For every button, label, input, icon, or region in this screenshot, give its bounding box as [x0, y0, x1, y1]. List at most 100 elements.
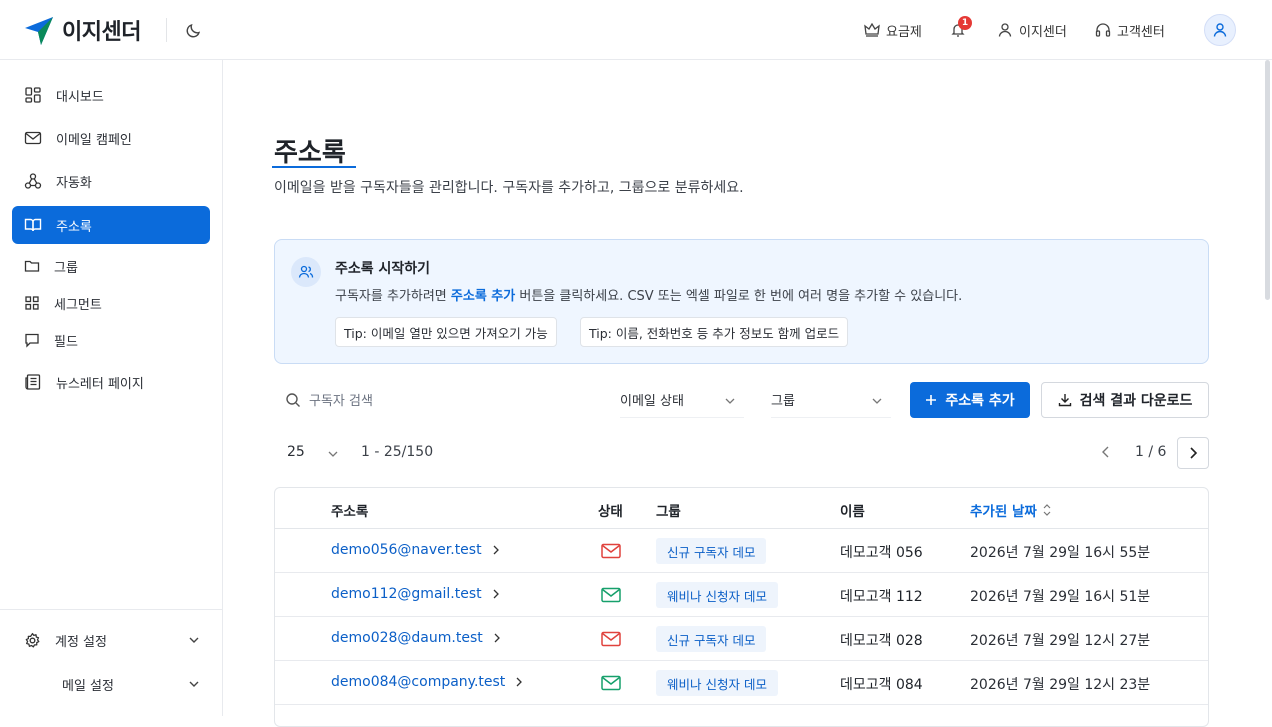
chevron-right-icon — [493, 545, 499, 555]
logo[interactable]: 이지센더 — [24, 14, 141, 46]
tip-chip: Tip: 이메일 열만 있으면 가져오기 가능 — [335, 317, 557, 347]
tip-chip: Tip: 이름, 전화번호 등 추가 정보도 함께 업로드 — [580, 317, 849, 347]
column-header-group[interactable]: 그룹 — [656, 500, 681, 520]
folder-icon — [24, 260, 40, 272]
page-title: 주소록 — [274, 138, 346, 168]
table-row[interactable]: demo028@daum.test 신규 구독자 데모 데모고객 028 202… — [275, 617, 1208, 661]
table-row[interactable]: demo112@gmail.test 웨비나 신청자 데모 데모고객 112 2… — [275, 573, 1208, 617]
mail-status-icon — [601, 587, 621, 603]
search-icon — [286, 392, 300, 407]
chevron-down-icon — [872, 398, 882, 404]
search-input[interactable]: 구독자 검색 — [285, 390, 373, 409]
info-title: 주소록 시작하기 — [335, 261, 431, 277]
email-cell[interactable]: demo028@daum.test — [331, 630, 501, 646]
column-header-date-label: 추가된 날짜 — [970, 504, 1037, 520]
users-icon — [291, 257, 321, 287]
download-results-button[interactable]: 검색 결과 다운로드 — [1041, 382, 1209, 418]
group-filter-select[interactable]: 그룹 — [771, 382, 891, 418]
group-tag: 웨비나 신청자 데모 — [656, 582, 778, 608]
table-row[interactable]: demo084@company.test 웨비나 신청자 데모 데모고객 084… — [275, 661, 1208, 705]
name-cell: 데모고객 112 — [840, 589, 923, 605]
email-text: demo112@gmail.test — [331, 586, 482, 602]
info-text: 구독자를 추가하려면 주소록 추가 버튼을 클릭하세요. CSV 또는 엑셀 파… — [335, 285, 962, 304]
status-filter-label: 이메일 상태 — [620, 394, 684, 409]
email-cell[interactable]: demo056@naver.test — [331, 542, 500, 558]
support-link[interactable]: 고객센터 — [1095, 0, 1165, 60]
chevron-down-icon — [189, 637, 199, 643]
group-tag: 웨비나 신청자 데모 — [656, 670, 778, 696]
pricing-link[interactable]: 요금제 — [864, 0, 922, 60]
sidebar-subitem-groups[interactable]: 그룹 — [24, 251, 78, 281]
sidebar-subitem-fields[interactable]: 필드 — [24, 325, 78, 355]
email-cell[interactable]: demo084@company.test — [331, 674, 523, 690]
email-text: demo084@company.test — [331, 674, 506, 690]
main-content: 주소록 이메일을 받을 구독자들을 관리합니다. 구독자를 추가하고, 그룹으로… — [223, 60, 1265, 727]
next-page-button[interactable] — [1177, 437, 1209, 469]
user-avatar-icon — [1213, 23, 1227, 37]
date-cell: 2026년 7월 29일 12시 27분 — [970, 633, 1151, 649]
table-row[interactable]: demo056@naver.test 신규 구독자 데모 데모고객 056 20… — [275, 529, 1208, 573]
add-subscriber-button[interactable]: 주소록 추가 — [910, 382, 1030, 418]
info-text-part: 구독자를 추가하려면 — [335, 289, 451, 304]
column-header-name[interactable]: 이름 — [840, 500, 865, 520]
group-filter-label: 그룹 — [771, 394, 795, 409]
gear-icon — [25, 632, 40, 648]
chevron-right-icon — [494, 633, 500, 643]
date-cell: 2026년 7월 29일 16시 51분 — [970, 589, 1151, 605]
subscriber-table: 주소록 상태 그룹 이름 추가된 날짜 demo056@naver.test 신… — [274, 487, 1209, 727]
scrollbar[interactable] — [1265, 60, 1270, 300]
sidebar-subitem-segments[interactable]: 세그먼트 — [24, 288, 102, 318]
info-text-highlight: 주소록 추가 — [450, 289, 516, 304]
support-label: 고객센터 — [1117, 24, 1165, 40]
avatar[interactable] — [1204, 14, 1236, 46]
column-header-status[interactable]: 상태 — [598, 500, 623, 520]
column-header-date[interactable]: 추가된 날짜 — [970, 500, 1053, 520]
add-subscriber-label: 주소록 추가 — [945, 393, 1015, 409]
comment-icon — [25, 333, 39, 348]
dashboard-icon — [25, 87, 41, 103]
sidebar-item-label: 자동화 — [56, 175, 92, 191]
account-settings-label: 계정 설정 — [55, 634, 107, 650]
date-cell: 2026년 7월 29일 16시 55분 — [970, 545, 1151, 561]
download-icon — [1058, 394, 1071, 407]
notification-badge: 1 — [958, 16, 972, 30]
crown-icon — [864, 23, 880, 37]
sidebar-item-label: 뉴스레터 페이지 — [56, 376, 144, 392]
sidebar-item-newsletter[interactable]: 뉴스레터 페이지 — [12, 363, 210, 401]
account-label: 이지센더 — [1019, 24, 1067, 40]
table-header: 주소록 상태 그룹 이름 추가된 날짜 — [275, 488, 1208, 529]
sidebar-item-label: 이메일 캠페인 — [56, 132, 132, 148]
name-cell: 데모고객 084 — [840, 677, 923, 693]
email-cell[interactable]: demo112@gmail.test — [331, 586, 500, 602]
email-settings-menu[interactable]: 메일 설정 — [24, 669, 200, 699]
sidebar-item-address-book[interactable]: 주소록 — [12, 206, 210, 244]
plus-icon — [926, 395, 937, 405]
account-link[interactable]: 이지센더 — [997, 0, 1067, 60]
account-settings-menu[interactable]: 계정 설정 — [24, 625, 200, 655]
paper-plane-logo-icon — [25, 17, 53, 45]
sidebar-subitem-label: 그룹 — [54, 260, 78, 276]
moon-icon — [186, 23, 201, 38]
group-tag: 신규 구독자 데모 — [656, 538, 767, 564]
sidebar-item-automation[interactable]: 자동화 — [12, 162, 210, 200]
divider — [166, 18, 167, 42]
chevron-down-icon — [189, 681, 199, 687]
brand-name: 이지센더 — [62, 20, 141, 45]
pricing-label: 요금제 — [886, 24, 922, 40]
chevron-left-icon[interactable] — [1099, 444, 1113, 460]
email-settings-label: 메일 설정 — [62, 678, 114, 694]
dark-mode-toggle[interactable] — [186, 22, 202, 42]
sidebar-item-campaign[interactable]: 이메일 캠페인 — [12, 119, 210, 157]
column-header-email[interactable]: 주소록 — [331, 500, 368, 520]
top-bar: 이지센더 요금제 1 이지센더 고객센터 — [0, 0, 1272, 60]
getting-started-box: 주소록 시작하기 구독자를 추가하려면 주소록 추가 버튼을 클릭하세요. CS… — [274, 239, 1209, 364]
chevron-down-icon[interactable] — [327, 448, 339, 460]
status-filter-select[interactable]: 이메일 상태 — [620, 382, 744, 418]
page-size-select[interactable]: 25 — [287, 444, 305, 460]
notification-button[interactable] — [950, 0, 972, 60]
info-text-part: 버튼을 클릭하세요. CSV 또는 엑셀 파일로 한 번에 여러 명을 추가할 … — [515, 289, 963, 304]
sidebar-item-dashboard[interactable]: 대시보드 — [12, 76, 210, 114]
result-range: 1 - 25/150 — [361, 444, 434, 460]
sidebar-item-label: 주소록 — [56, 219, 92, 235]
sidebar-divider — [0, 609, 222, 610]
